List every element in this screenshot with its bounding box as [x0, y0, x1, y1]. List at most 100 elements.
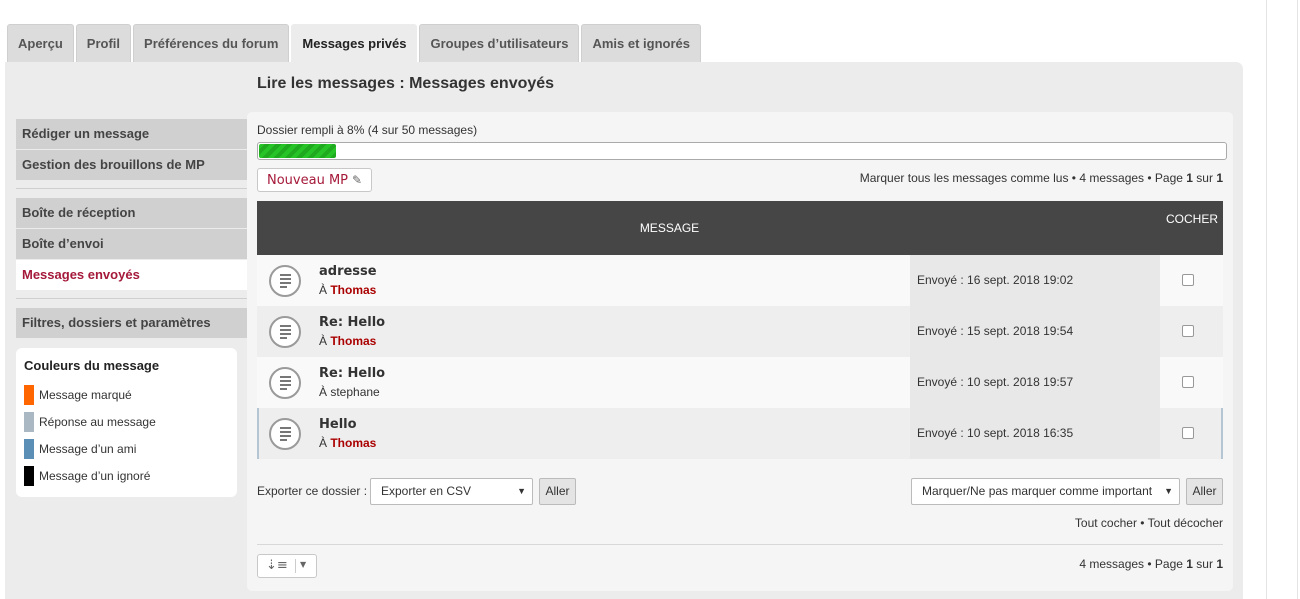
page-edge-line	[1266, 0, 1267, 599]
legend-title: Couleurs du message	[24, 358, 160, 373]
legend-swatch	[24, 384, 34, 405]
new-pm-button[interactable]: Nouveau MP ✎	[257, 168, 373, 192]
sidebar-item-filters-folders-settings[interactable]: Filtres, dossiers et paramètres	[16, 308, 247, 338]
button-divider	[295, 559, 296, 573]
total-pages: 1	[1216, 557, 1223, 571]
ucp-tabs: Aperçu Profil Préférences du forum Messa…	[7, 24, 703, 62]
row-checkbox[interactable]	[1182, 274, 1194, 286]
page-title: Lire les messages : Messages envoyés	[257, 75, 555, 92]
message-subject-link[interactable]: Re: Hello	[319, 315, 385, 330]
folder-quota-bar	[257, 142, 1227, 160]
sidebar-divider	[16, 298, 247, 299]
message-count: 4 messages	[1079, 557, 1145, 571]
mark-cell	[1160, 255, 1223, 306]
table-row: Re: Hello À stephane Envoyé : 10 sept. 2…	[257, 357, 1223, 408]
sidebar-item-inbox[interactable]: Boîte de réception	[16, 198, 247, 228]
tab-friends-foes[interactable]: Amis et ignorés	[581, 24, 701, 62]
check-all-link[interactable]: Tout cocher	[1075, 516, 1137, 530]
sidebar-item-compose[interactable]: Rédiger un message	[16, 119, 247, 149]
folder-quota-text: Dossier rempli à 8% (4 sur 50 messages)	[257, 123, 478, 137]
message-read-icon	[269, 265, 301, 297]
tab-overview[interactable]: Aperçu	[7, 24, 74, 62]
message-cell: adresse À Thomas	[257, 255, 910, 306]
tab-profile[interactable]: Profil	[75, 24, 132, 62]
legend-label: Message d’un ami	[39, 441, 137, 456]
recipient-link[interactable]: stephane	[330, 385, 379, 399]
table-header: MESSAGE COCHER	[257, 201, 1223, 255]
message-colors-legend: Couleurs du message Message marqué Répon…	[16, 348, 237, 497]
sent-date: Envoyé : 10 sept. 2018 19:57	[910, 357, 1160, 408]
message-read-icon	[269, 367, 301, 399]
sort-icon: ⇣≡	[266, 558, 288, 573]
message-read-icon	[269, 418, 301, 450]
legend-item-marked: Message marqué	[24, 381, 229, 408]
recipient-link[interactable]: Thomas	[330, 334, 376, 348]
message-recipient: À stephane	[319, 385, 380, 399]
message-subject-link[interactable]: adresse	[319, 264, 377, 279]
mark-cell	[1160, 408, 1221, 459]
column-header-message: MESSAGE	[639, 221, 700, 235]
recipient-link[interactable]: Thomas	[330, 436, 376, 450]
sidebar: Rédiger un message Gestion des brouillon…	[16, 119, 247, 339]
current-page: 1	[1186, 557, 1193, 571]
legend-swatch	[24, 411, 34, 432]
export-go-button[interactable]: Aller	[539, 478, 576, 505]
legend-item-friend: Message d’un ami	[24, 435, 229, 462]
row-checkbox[interactable]	[1182, 325, 1194, 337]
table-row: Re: Hello À Thomas Envoyé : 15 sept. 201…	[257, 306, 1223, 357]
sidebar-item-outbox[interactable]: Boîte d’envoi	[16, 229, 247, 259]
sort-options-button[interactable]: ⇣≡ ▼	[257, 554, 317, 578]
sidebar-item-sent[interactable]: Messages envoyés	[16, 260, 247, 290]
tab-forum-preferences[interactable]: Préférences du forum	[133, 24, 290, 62]
section-divider	[257, 544, 1223, 545]
pencil-icon: ✎	[352, 173, 363, 187]
message-cell: Re: Hello À Thomas	[257, 306, 910, 357]
message-count: 4 messages	[1079, 171, 1145, 185]
separator: •	[1144, 171, 1155, 185]
mark-cell	[1160, 306, 1223, 357]
row-checkbox[interactable]	[1182, 376, 1194, 388]
message-recipient: À Thomas	[319, 436, 376, 450]
current-page: 1	[1186, 171, 1193, 185]
message-recipient: À Thomas	[319, 283, 376, 297]
row-checkbox[interactable]	[1182, 427, 1194, 439]
column-header-mark: COCHER	[1165, 212, 1218, 226]
to-prefix: À	[319, 283, 331, 297]
message-read-icon	[269, 316, 301, 348]
separator: •	[1136, 516, 1148, 530]
sidebar-item-drafts[interactable]: Gestion des brouillons de MP	[16, 150, 247, 180]
export-format-select[interactable]: Exporter en CSV ▼	[370, 478, 533, 505]
mark-action-select[interactable]: Marquer/Ne pas marquer comme important ▼	[911, 478, 1180, 505]
dropdown-arrow-icon: ▼	[517, 486, 526, 496]
export-folder-label: Exporter ce dossier :	[257, 484, 368, 498]
export-format-value: Exporter en CSV	[381, 484, 472, 498]
message-subject-link[interactable]: Re: Hello	[319, 366, 385, 381]
page-of: sur	[1192, 557, 1217, 571]
legend-item-foe: Message d’un ignoré	[24, 462, 229, 489]
tab-private-messages[interactable]: Messages privés	[291, 24, 418, 62]
mark-action-go-button[interactable]: Aller	[1186, 478, 1223, 505]
separator: •	[1144, 557, 1155, 571]
recipient-link[interactable]: Thomas	[330, 283, 376, 297]
message-subject-link[interactable]: Hello	[319, 417, 357, 432]
uncheck-all-link[interactable]: Tout décocher	[1148, 516, 1223, 530]
check-links: Tout cocher • Tout décocher	[1075, 516, 1223, 530]
mark-action-value: Marquer/Ne pas marquer comme important	[922, 484, 1153, 498]
to-prefix: À	[319, 385, 331, 399]
separator: •	[1068, 171, 1080, 185]
legend-item-replied: Réponse au message	[24, 408, 229, 435]
table-row: Hello À Thomas Envoyé : 10 sept. 2018 16…	[257, 408, 1223, 459]
legend-label: Message marqué	[39, 387, 132, 402]
tab-user-groups[interactable]: Groupes d’utilisateurs	[419, 24, 580, 62]
page-prefix: Page	[1154, 171, 1187, 185]
to-prefix: À	[319, 334, 331, 348]
sidebar-divider	[16, 188, 247, 189]
mark-all-read-link[interactable]: Marquer tous les messages comme lus	[860, 171, 1069, 185]
caret-down-icon: ▼	[300, 560, 307, 569]
total-pages: 1	[1216, 171, 1223, 185]
message-cell: Hello À Thomas	[259, 408, 912, 459]
pagination-bottom: 4 messages • Page 1 sur 1	[1079, 557, 1223, 571]
folder-quota-fill	[259, 144, 337, 158]
legend-label: Réponse au message	[39, 414, 156, 429]
sent-date: Envoyé : 15 sept. 2018 19:54	[910, 306, 1160, 357]
